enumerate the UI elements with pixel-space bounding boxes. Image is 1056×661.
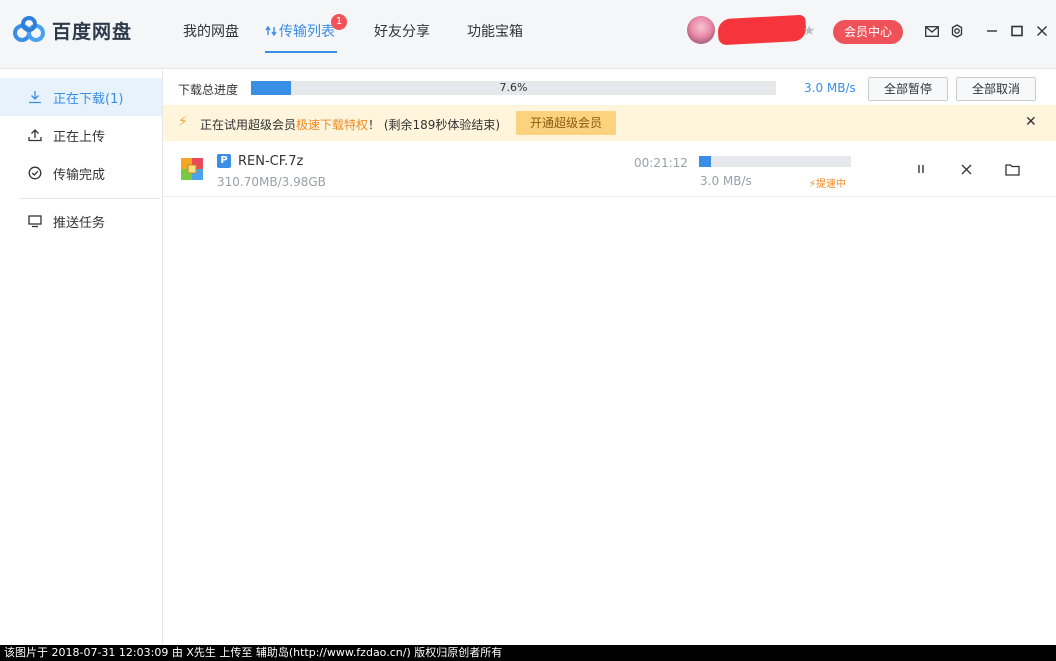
- total-progress-bar-row: 下载总进度 7.6% 3.0 MB/s 全部暂停 全部取消: [163, 70, 1056, 105]
- close-icon[interactable]: [1033, 22, 1051, 40]
- time-remaining: 00:21:12: [634, 156, 688, 170]
- app-title: 百度网盘: [52, 20, 133, 43]
- download-icon: [27, 89, 43, 105]
- tab-my-netdisk[interactable]: 我的网盘: [183, 21, 239, 41]
- sidebar-item-label: 传输完成: [53, 167, 106, 183]
- vip-center-button[interactable]: 会员中心: [833, 20, 903, 44]
- maximize-icon[interactable]: [1008, 22, 1026, 40]
- sidebar-item-label: 推送任务: [53, 215, 106, 231]
- promo-banner: ⚡ 正在试用超级会员极速下载特权！ (剩余189秒体验结束) 开通超级会员 ✕: [163, 105, 1056, 141]
- sidebar-item-push-tasks[interactable]: 推送任务: [0, 202, 162, 240]
- open-super-vip-button[interactable]: 开通超级会员: [516, 111, 616, 135]
- username-redacted[interactable]: [717, 14, 807, 46]
- app-logo: 百度网盘: [12, 14, 132, 46]
- file-tag-badge: P: [217, 154, 231, 168]
- total-progress-track: 7.6%: [251, 81, 776, 95]
- pause-icon[interactable]: [912, 160, 930, 178]
- tab-friend-share[interactable]: 好友分享: [374, 21, 430, 41]
- cancel-all-button[interactable]: 全部取消: [956, 77, 1036, 101]
- promo-text-prefix: 正在试用超级会员: [200, 118, 297, 132]
- table-row[interactable]: P REN-CF.7z 310.70MB/3.98GB 00:21:12 3.0…: [163, 141, 1056, 197]
- promo-text-suffix: ！ (剩余189秒体验结束): [368, 118, 501, 132]
- tab-toolbox[interactable]: 功能宝箱: [467, 21, 523, 41]
- promo-text: 正在试用超级会员极速下载特权！ (剩余189秒体验结束): [200, 116, 500, 133]
- accel-label: 提速中: [816, 179, 847, 190]
- upload-icon: [27, 127, 43, 143]
- accel-status: ⚡提速中: [809, 175, 846, 190]
- sidebar-item-label: 正在下载(1): [53, 91, 124, 107]
- transfer-count-badge: 1: [331, 14, 347, 30]
- sidebar-divider: [20, 198, 160, 199]
- total-progress-label: 下载总进度: [178, 83, 239, 97]
- tab-transfer-list-label: 传输列表: [279, 24, 335, 40]
- file-progress-fill: [699, 156, 711, 167]
- folder-icon[interactable]: [1003, 160, 1021, 178]
- gear-icon[interactable]: [948, 22, 966, 40]
- watermark-footer: 该图片于 2018-07-31 12:03:09 由 X先生 上传至 辅助岛(h…: [0, 645, 1056, 661]
- sidebar: 正在下载(1) 正在上传 传输完成 推送任务: [0, 70, 163, 645]
- file-name: REN-CF.7z: [238, 154, 304, 169]
- app-window: 百度网盘 我的网盘 传输列表 1 好友分享 功能宝箱 ★ 会员中心 正在下载(1…: [0, 0, 1056, 661]
- sidebar-item-label: 正在上传: [53, 129, 106, 145]
- sidebar-item-uploading[interactable]: 正在上传: [0, 116, 162, 154]
- total-speed: 3.0 MB/s: [804, 81, 856, 95]
- archive-file-icon: [181, 158, 203, 180]
- lightning-icon: ⚡: [809, 179, 817, 190]
- header-bar: 百度网盘 我的网盘 传输列表 1 好友分享 功能宝箱 ★ 会员中心: [0, 0, 1056, 69]
- mail-icon[interactable]: [923, 22, 941, 40]
- minimize-icon[interactable]: [983, 22, 1001, 40]
- tab-transfer-list[interactable]: 传输列表: [265, 21, 335, 41]
- monitor-icon: [27, 213, 43, 229]
- promo-close-icon[interactable]: ✕: [1025, 114, 1037, 130]
- file-progress-track: [699, 156, 851, 167]
- sidebar-item-completed[interactable]: 传输完成: [0, 154, 162, 192]
- promo-text-highlight: 极速下载特权: [296, 118, 369, 132]
- baidu-netdisk-logo-icon: [13, 16, 45, 42]
- cancel-icon[interactable]: [957, 160, 975, 178]
- lightning-icon: ⚡: [178, 114, 188, 130]
- sidebar-item-downloading[interactable]: 正在下载(1): [0, 78, 162, 116]
- avatar[interactable]: [687, 16, 715, 44]
- check-circle-icon: [27, 165, 43, 181]
- file-speed: 3.0 MB/s: [700, 174, 752, 188]
- file-size: 310.70MB/3.98GB: [217, 175, 326, 189]
- total-progress-percent: 7.6%: [499, 81, 528, 94]
- active-tab-indicator: [265, 51, 337, 53]
- star-icon: ★: [803, 23, 816, 39]
- swap-arrows-icon: [265, 25, 277, 37]
- pause-all-button[interactable]: 全部暂停: [868, 77, 948, 101]
